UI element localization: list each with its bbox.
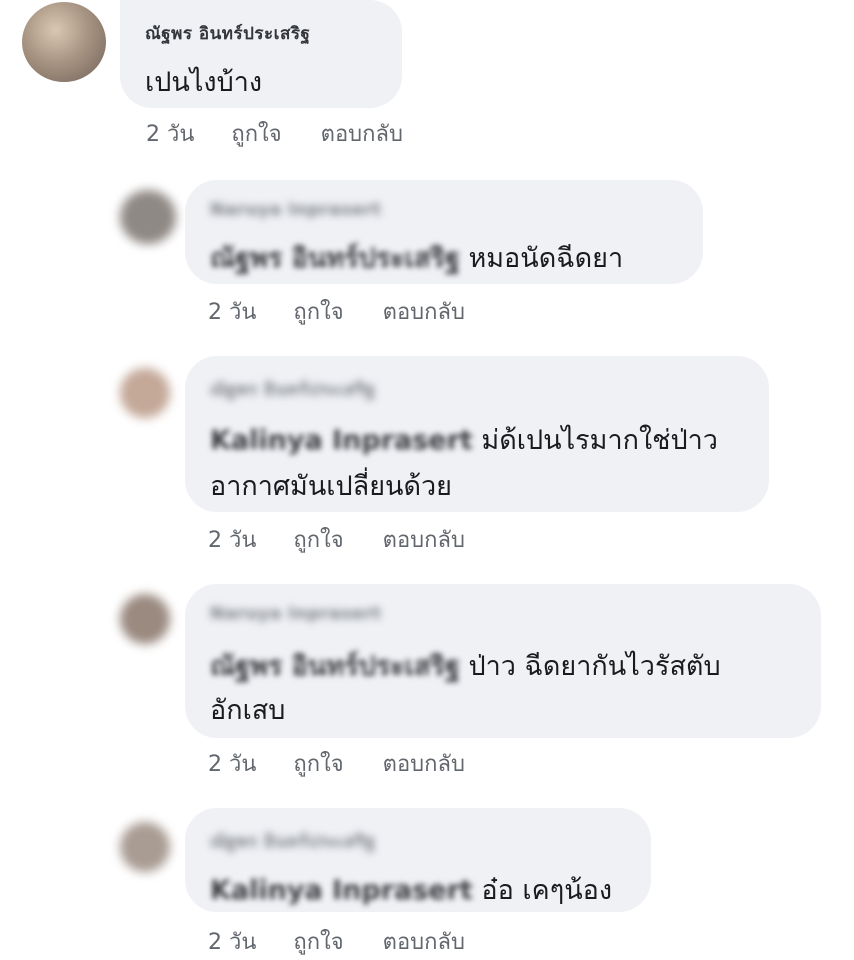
like-button[interactable]: ถูกใจ <box>293 746 343 781</box>
comment-time[interactable]: 2 วัน <box>208 924 256 959</box>
comment-text-content: อ๋อ เคๆน้อง <box>472 875 613 906</box>
reply-button[interactable]: ตอบกลับ <box>383 522 465 557</box>
avatar[interactable] <box>120 594 170 644</box>
comment-text-content: อักเสบ <box>210 695 286 726</box>
comment-author[interactable]: Naruya Inprasert <box>210 604 381 624</box>
comment-author[interactable]: Naruya Inprasert <box>210 200 381 220</box>
comment-actions: 2 วัน ถูกใจ ตอบกลับ <box>208 294 465 329</box>
comment-text: Kalinya Inprasert อ๋อ เคๆน้อง <box>210 868 612 911</box>
comment-time[interactable]: 2 วัน <box>208 746 256 781</box>
comment-reply: Naruya Inprasert ณัฐพร อินทร์ประเสริฐ หม… <box>0 180 854 330</box>
comment-author[interactable]: ณัฐพร อินทร์ประเสริฐ <box>210 828 375 855</box>
like-button[interactable]: ถูกใจ <box>293 924 343 959</box>
avatar[interactable] <box>120 190 176 244</box>
comment-text-content: อากาศมันเปลี่ยนด้วย <box>210 471 452 502</box>
comment-text-content: หมอนัดฉีดยา <box>459 243 624 274</box>
comment-time[interactable]: 2 วัน <box>146 116 194 151</box>
comment-reply: ณัฐพร อินทร์ประเสริฐ Kalinya Inprasert อ… <box>0 808 854 960</box>
comment-text: อากาศมันเปลี่ยนด้วย <box>210 464 452 507</box>
comment-text: ณัฐพร อินทร์ประเสริฐ หมอนัดฉีดยา <box>210 236 623 279</box>
mention-tag[interactable]: Kalinya Inprasert <box>210 425 473 456</box>
like-button[interactable]: ถูกใจ <box>293 294 343 329</box>
avatar[interactable] <box>22 2 106 82</box>
comment-text: ณัฐพร อินทร์ประเสริฐ ป่าว ฉีดยากันไวรัสต… <box>210 644 721 687</box>
comment-time[interactable]: 2 วัน <box>208 294 256 329</box>
comment: ณัฐพร อินทร์ประเสริฐ เปนไงบ้าง 2 วัน ถูก… <box>0 0 854 150</box>
comment-author[interactable]: ณัฐพร อินทร์ประเสริฐ <box>145 20 310 47</box>
comment-time[interactable]: 2 วัน <box>208 522 256 557</box>
comment-text-content: เปนไงบ้าง <box>145 67 263 98</box>
comment-reply: Naruya Inprasert ณัฐพร อินทร์ประเสริฐ ป่… <box>0 584 854 784</box>
comment-text-content: ม่ด้เปนไรมากใช่ป่าว <box>472 425 718 456</box>
comment-text-content: ป่าว ฉีดยากันไวรัสตับ <box>459 651 721 682</box>
comment-actions: 2 วัน ถูกใจ ตอบกลับ <box>208 924 465 959</box>
reply-button[interactable]: ตอบกลับ <box>383 294 465 329</box>
avatar[interactable] <box>120 822 170 872</box>
comment-text: Kalinya Inprasert ม่ด้เปนไรมากใช่ป่าว <box>210 418 718 461</box>
comment-actions: 2 วัน ถูกใจ ตอบกลับ <box>208 522 465 557</box>
mention-tag[interactable]: Kalinya Inprasert <box>210 875 473 906</box>
reply-button[interactable]: ตอบกลับ <box>383 746 465 781</box>
like-button[interactable]: ถูกใจ <box>231 116 281 151</box>
comment-text: อักเสบ <box>210 688 285 731</box>
mention-tag[interactable]: ณัฐพร อินทร์ประเสริฐ <box>210 651 460 682</box>
comment-actions: 2 วัน ถูกใจ ตอบกลับ <box>208 746 465 781</box>
comment-reply: ณัฐพร อินทร์ประเสริฐ Kalinya Inprasert ม… <box>0 356 854 556</box>
comment-actions: 2 วัน ถูกใจ ตอบกลับ <box>146 116 403 151</box>
comment-author[interactable]: ณัฐพร อินทร์ประเสริฐ <box>210 376 375 403</box>
comment-text: เปนไงบ้าง <box>145 60 262 103</box>
mention-tag[interactable]: ณัฐพร อินทร์ประเสริฐ <box>210 243 460 274</box>
reply-button[interactable]: ตอบกลับ <box>321 116 403 151</box>
avatar[interactable] <box>120 368 170 418</box>
reply-button[interactable]: ตอบกลับ <box>383 924 465 959</box>
like-button[interactable]: ถูกใจ <box>293 522 343 557</box>
